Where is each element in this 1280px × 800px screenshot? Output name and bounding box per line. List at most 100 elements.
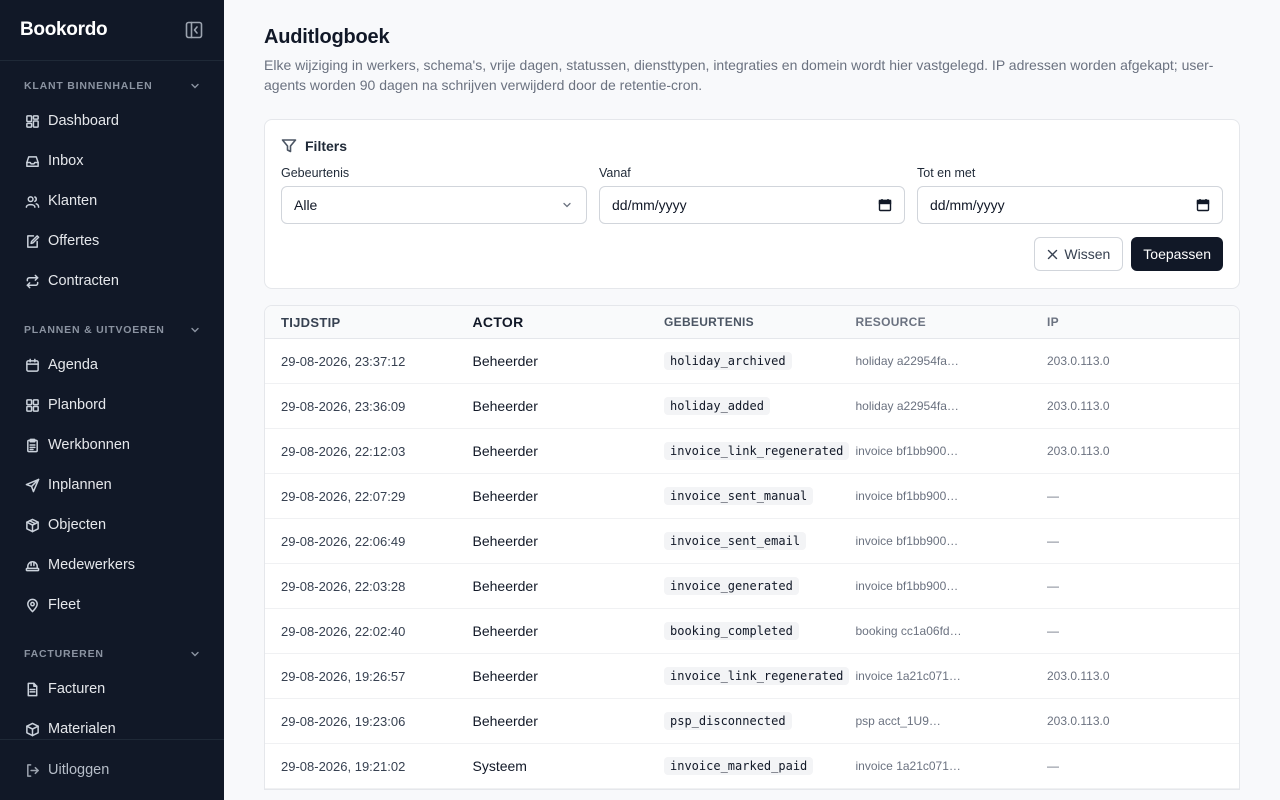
brand-logo: Bookordo xyxy=(20,19,108,40)
sidebar-item-medewerkers[interactable]: Medewerkers xyxy=(0,545,224,585)
cell-event: invoice_link_regenerated xyxy=(664,667,856,685)
cell-actor: Beheerder xyxy=(472,578,538,594)
cell-time: 29-08-2026, 22:02:40 xyxy=(281,623,406,639)
sidebar-item-klanten[interactable]: Klanten xyxy=(0,181,224,221)
sidebar-item-label: Agenda xyxy=(48,357,98,373)
section-title: KLANT BINNENHALEN xyxy=(24,80,153,92)
chevron-down-icon xyxy=(191,651,199,657)
apply-button-label: Toepassen xyxy=(1143,246,1211,262)
column-header-event[interactable]: GEBEURTENIS xyxy=(664,315,856,329)
table-row[interactable]: 29-08-2026, 22:12:03 Beheerder invoice_lin… xyxy=(265,429,1239,474)
sidebar-nav: KLANT BINNENHALEN Dashboard Inbox Klante… xyxy=(0,61,224,749)
cell-resource: booking cc1a06fd… xyxy=(855,624,962,638)
sidebar-item-label: Inplannen xyxy=(48,477,112,493)
sidebar-item-contracten[interactable]: Contracten xyxy=(0,261,224,301)
column-header-ip[interactable]: IP xyxy=(1047,315,1059,329)
cell-event: booking_completed xyxy=(664,622,856,640)
calendar-icon[interactable] xyxy=(1196,198,1210,212)
filters-panel: Filters Gebeurtenis Alle Vanaf dd/mm/yyy… xyxy=(264,119,1240,289)
event-select-value: Alle xyxy=(294,197,318,213)
cell-resource: invoice bf1bb900… xyxy=(855,444,959,458)
cell-ip: — xyxy=(1047,579,1059,593)
apply-button[interactable]: Toepassen xyxy=(1131,237,1223,271)
table-row[interactable]: 29-08-2026, 22:03:28 Beheerder invoice_gen… xyxy=(265,564,1239,609)
section-klant-binnenhalen[interactable]: KLANT BINNENHALEN xyxy=(0,71,224,101)
column-header-resource[interactable]: RESOURCE xyxy=(856,315,1048,329)
inbox-icon xyxy=(24,153,40,169)
sidebar-item-inplannen[interactable]: Inplannen xyxy=(0,465,224,505)
cell-actor: Beheerder xyxy=(472,443,538,459)
event-code-badge: invoice_link_regenerated xyxy=(664,667,850,685)
sidebar-item-offertes[interactable]: Offertes xyxy=(0,221,224,261)
main-content: Auditlogboek Elke wijziging in werkers, … xyxy=(224,0,1280,800)
sidebar-item-dashboard[interactable]: Dashboard xyxy=(0,101,224,141)
event-code-badge: psp_disconnected xyxy=(664,712,792,730)
table-row[interactable]: 29-08-2026, 19:23:06 Beheerder psp_disconn… xyxy=(265,699,1239,744)
event-code-badge: invoice_marked_paid xyxy=(664,757,814,775)
sidebar-item-planbord[interactable]: Planbord xyxy=(0,385,224,425)
column-header-time[interactable]: TIJDSTIP xyxy=(281,315,473,330)
logout-button[interactable]: Uitloggen xyxy=(0,740,224,800)
calendar-icon[interactable] xyxy=(878,198,892,212)
cell-resource: invoice bf1bb900… xyxy=(855,534,959,548)
section-plannen-uitvoeren[interactable]: PLANNEN & UITVOEREN xyxy=(0,315,224,345)
cell-ip: 203.0.113.0 xyxy=(1047,399,1110,413)
event-select[interactable]: Alle xyxy=(281,186,587,224)
sidebar-item-objecten[interactable]: Objecten xyxy=(0,505,224,545)
cell-ip: — xyxy=(1047,489,1059,503)
sidebar-item-agenda[interactable]: Agenda xyxy=(0,345,224,385)
cell-resource: psp acct_1U9… xyxy=(855,714,941,728)
cell-event: invoice_sent_manual xyxy=(664,487,856,505)
section-factureren[interactable]: FACTUREREN xyxy=(0,639,224,669)
table-row[interactable]: 29-08-2026, 19:26:57 Beheerder invoice_lin… xyxy=(265,654,1239,699)
table-row[interactable]: 29-08-2026, 22:06:49 Beheerder invoice_sen… xyxy=(265,519,1239,564)
column-header-actor[interactable]: ACTOR xyxy=(473,314,665,330)
logout-icon xyxy=(24,762,40,778)
cell-time: 29-08-2026, 22:06:49 xyxy=(281,533,406,549)
sidebar-item-inbox[interactable]: Inbox xyxy=(0,141,224,181)
cell-time: 29-08-2026, 19:21:02 xyxy=(281,758,406,774)
cell-time: 29-08-2026, 22:07:29 xyxy=(281,488,406,504)
from-filter: Vanaf dd/mm/yyyy xyxy=(599,166,905,224)
sidebar-collapse-icon xyxy=(185,21,203,39)
cell-time: 29-08-2026, 22:12:03 xyxy=(281,443,406,459)
table-row[interactable]: 29-08-2026, 19:21:02 Systeem invoice_marke… xyxy=(265,744,1239,789)
collapse-sidebar-button[interactable] xyxy=(184,20,204,40)
cell-resource: invoice bf1bb900… xyxy=(855,579,959,593)
page-title: Auditlogboek xyxy=(264,26,390,48)
cell-event: invoice_sent_email xyxy=(664,532,856,550)
sidebar-item-label: Offertes xyxy=(48,233,100,249)
send-icon xyxy=(24,477,40,493)
sidebar-item-label: Werkbonnen xyxy=(48,437,130,453)
sidebar-item-label: Objecten xyxy=(48,517,107,533)
clipboard-icon xyxy=(24,437,40,453)
event-code-badge: invoice_sent_manual xyxy=(664,487,814,505)
sidebar-item-werkbonnen[interactable]: Werkbonnen xyxy=(0,425,224,465)
table-row[interactable]: 29-08-2026, 23:37:12 Beheerder holiday_arc… xyxy=(265,339,1239,384)
cell-ip: — xyxy=(1047,759,1059,773)
sidebar-item-fleet[interactable]: Fleet xyxy=(0,585,224,625)
clear-button-label: Wissen xyxy=(1064,246,1111,262)
box-icon xyxy=(24,721,40,737)
to-date-input[interactable]: dd/mm/yyyy xyxy=(917,186,1223,224)
cell-ip: 203.0.113.0 xyxy=(1047,714,1110,728)
from-date-input[interactable]: dd/mm/yyyy xyxy=(599,186,905,224)
map-pin-icon xyxy=(24,597,40,613)
cell-actor: Systeem xyxy=(472,758,527,774)
table-body: 29-08-2026, 23:37:12 Beheerder holiday_arc… xyxy=(265,339,1239,789)
page-description: Elke wijziging in werkers, schema's, vri… xyxy=(264,57,1214,93)
cell-event: holiday_added xyxy=(664,397,856,415)
table-row[interactable]: 29-08-2026, 22:02:40 Beheerder booking_com… xyxy=(265,609,1239,654)
users-icon xyxy=(24,193,40,209)
table-row[interactable]: 29-08-2026, 23:36:09 Beheerder holiday_add… xyxy=(265,384,1239,429)
calendar-icon xyxy=(24,357,40,373)
sidebar-item-label: Klanten xyxy=(48,193,98,209)
from-date-placeholder: dd/mm/yyyy xyxy=(612,197,687,213)
clear-button[interactable]: Wissen xyxy=(1034,237,1124,271)
sidebar-item-facturen[interactable]: Facturen xyxy=(0,669,224,709)
cell-ip: 203.0.113.0 xyxy=(1047,669,1110,683)
cell-actor: Beheerder xyxy=(472,488,538,504)
table-row[interactable]: 29-08-2026, 22:07:29 Beheerder invoice_sen… xyxy=(265,474,1239,519)
cell-resource: holiday a22954fa… xyxy=(855,354,959,368)
cell-actor: Beheerder xyxy=(472,713,538,729)
